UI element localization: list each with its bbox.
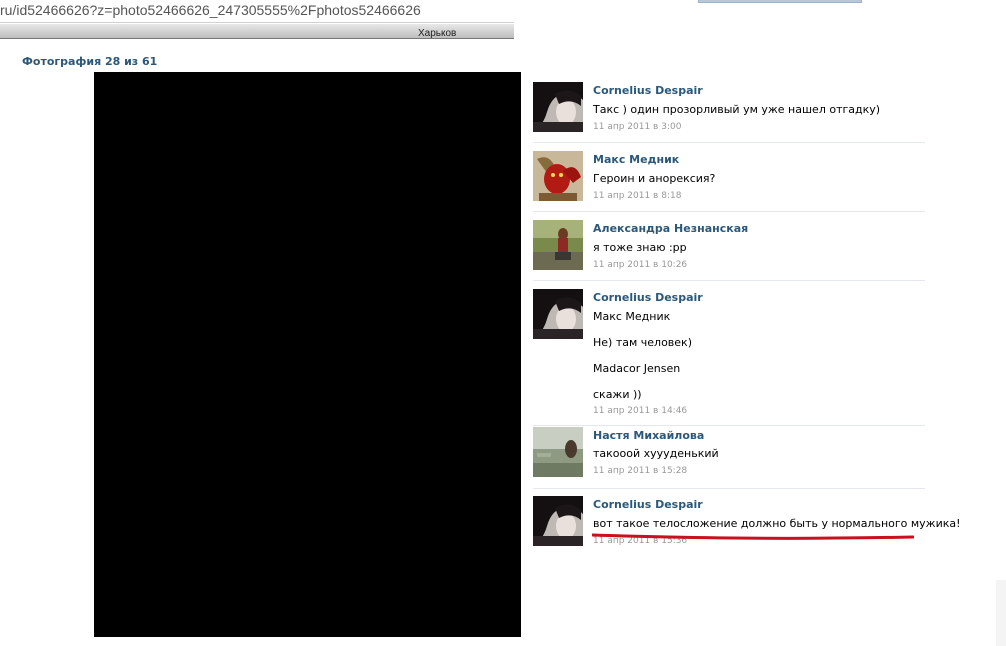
url-text: ru/id52466626?z=photo52466626_247305555%… — [0, 2, 421, 18]
comment-author[interactable]: Cornelius Despair — [593, 291, 703, 304]
photo-viewer-image[interactable] — [94, 72, 521, 637]
comment-date[interactable]: 11 апр 2011 в 15:28 — [593, 466, 687, 476]
comment-item: Макс Медник Героин и анорексия? 11 апр 2… — [533, 151, 925, 203]
avatar[interactable] — [533, 82, 583, 132]
avatar[interactable] — [533, 289, 583, 339]
search-box-edge — [698, 0, 862, 3]
comment-date[interactable]: 11 апр 2011 в 10:26 — [593, 260, 687, 270]
comment-item: Настя Михайлова такооой хуууденький 11 а… — [533, 427, 925, 479]
comment-item: Cornelius Despair Такс ) один прозорливы… — [533, 82, 925, 134]
comment-divider — [533, 488, 925, 489]
comment-author[interactable]: Cornelius Despair — [593, 498, 703, 511]
comment-divider — [533, 142, 925, 143]
red-highlight-underline — [592, 533, 914, 540]
dark-haired-person-avatar-icon — [533, 289, 583, 339]
comment-text: такооой хуууденький — [593, 447, 719, 460]
avatar[interactable] — [533, 151, 583, 201]
city-label: Харьков — [418, 28, 457, 39]
top-navigation-strip: Харьков — [0, 24, 514, 39]
comment-date[interactable]: 11 апр 2011 в 14:46 — [593, 406, 687, 416]
avatar[interactable] — [533, 496, 583, 546]
comment-author[interactable]: Cornelius Despair — [593, 84, 703, 97]
dark-haired-person-avatar-icon — [533, 82, 583, 132]
red-devil-avatar-icon — [533, 151, 583, 201]
comment-mention[interactable]: Madacor Jensen — [593, 362, 680, 375]
photo-counter: Фотография 28 из 61 — [22, 55, 158, 68]
scrollbar-edge — [996, 580, 1006, 646]
comment-author[interactable]: Макс Медник — [593, 153, 679, 166]
comment-text: скажи )) — [593, 388, 642, 401]
comment-text: Героин и анорексия? — [593, 172, 716, 185]
comment-divider — [533, 280, 925, 281]
landscape-avatar-icon — [533, 427, 583, 477]
outdoor-girl-avatar-icon — [533, 220, 583, 270]
comment-author[interactable]: Настя Михайлова — [593, 429, 704, 442]
comment-author[interactable]: Александра Незнанская — [593, 222, 748, 235]
comment-text: я тоже знаю :pp — [593, 241, 687, 254]
comment-divider — [533, 211, 925, 212]
comment-date[interactable]: 11 апр 2011 в 3:00 — [593, 122, 681, 132]
comment-mention[interactable]: Макс Медник — [593, 310, 670, 323]
comment-text: Такс ) один прозорливый ум уже нашел отг… — [593, 103, 881, 116]
dark-haired-person-avatar-icon — [533, 496, 583, 546]
avatar[interactable] — [533, 427, 583, 477]
avatar[interactable] — [533, 220, 583, 270]
comment-item: Cornelius Despair Макс Медник Не) там че… — [533, 289, 925, 419]
comment-text: Не) там человек) — [593, 336, 692, 349]
comment-item: Александра Незнанская я тоже знаю :pp 11… — [533, 220, 925, 272]
comment-text: вот такое телосложение должно быть у нор… — [593, 517, 961, 530]
address-bar[interactable]: ru/id52466626?z=photo52466626_247305555%… — [0, 0, 514, 23]
comment-divider — [533, 425, 925, 426]
comment-date[interactable]: 11 апр 2011 в 8:18 — [593, 191, 681, 201]
